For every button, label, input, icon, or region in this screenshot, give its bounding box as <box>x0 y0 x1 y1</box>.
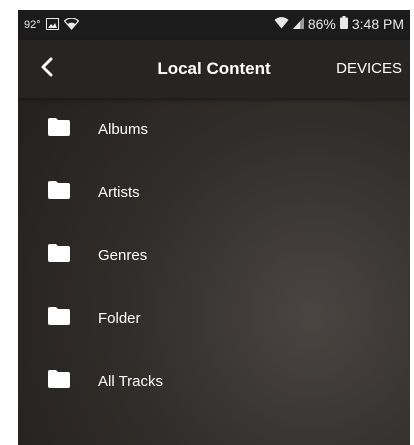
list-item-label: Genres <box>98 247 148 264</box>
app-window: 92° 86% 3:48 PM Local Content DEVICES Al… <box>18 10 410 445</box>
battery-percent: 86% <box>307 16 336 32</box>
list-item-all-tracks[interactable]: All Tracks <box>18 350 410 413</box>
image-icon <box>45 17 59 33</box>
folder-icon <box>48 181 70 199</box>
list-item-artists[interactable]: Artists <box>18 161 410 224</box>
app-bar: Local Content DEVICES <box>18 40 410 98</box>
wifi-icon <box>274 16 289 32</box>
wifi-outline-icon <box>63 17 80 33</box>
clock: 3:48 PM <box>351 16 404 32</box>
folder-icon <box>48 307 70 325</box>
folder-icon <box>48 118 70 136</box>
folder-icon <box>48 370 70 388</box>
list-item-genres[interactable]: Genres <box>18 224 410 287</box>
battery-icon <box>339 16 348 32</box>
list-item-label: Artists <box>98 184 140 201</box>
list-item-albums[interactable]: Albums <box>18 98 410 161</box>
folder-icon <box>48 244 70 262</box>
devices-button[interactable]: DEVICES <box>336 60 402 77</box>
list-item-folder[interactable]: Folder <box>18 287 410 350</box>
list-item-label: Folder <box>98 310 141 327</box>
cell-signal-icon <box>292 16 304 32</box>
status-bar: 92° 86% 3:48 PM <box>18 10 410 40</box>
list-item-label: Albums <box>98 121 149 138</box>
temperature-text: 92° <box>24 19 41 31</box>
content-list: Albums Artists Genres Folder All Tracks <box>18 98 410 413</box>
list-item-label: All Tracks <box>98 373 164 390</box>
